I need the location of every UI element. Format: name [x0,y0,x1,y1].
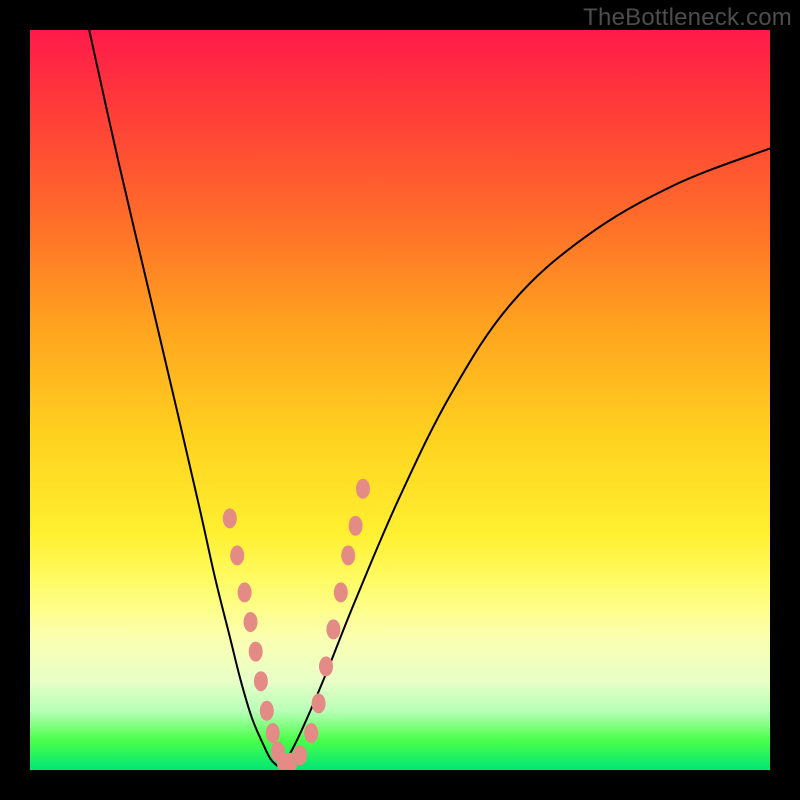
data-marker [244,612,258,632]
data-marker [249,642,263,662]
data-marker [230,545,244,565]
plot-area [30,30,770,770]
curve-right-curve [278,148,770,766]
data-marker [223,508,237,528]
watermark-text: TheBottleneck.com [583,4,792,32]
curve-group [89,30,770,766]
plot-svg [30,30,770,770]
data-marker [304,723,318,743]
data-marker [238,582,252,602]
data-marker [266,723,280,743]
data-marker [254,671,268,691]
data-marker [260,701,274,721]
data-marker [334,582,348,602]
data-marker [356,479,370,499]
data-marker [293,745,307,765]
chart-canvas: TheBottleneck.com [0,0,800,800]
data-marker [326,619,340,639]
data-marker [341,545,355,565]
data-marker [349,516,363,536]
marker-group [223,479,370,770]
data-marker [312,693,326,713]
data-marker [319,656,333,676]
